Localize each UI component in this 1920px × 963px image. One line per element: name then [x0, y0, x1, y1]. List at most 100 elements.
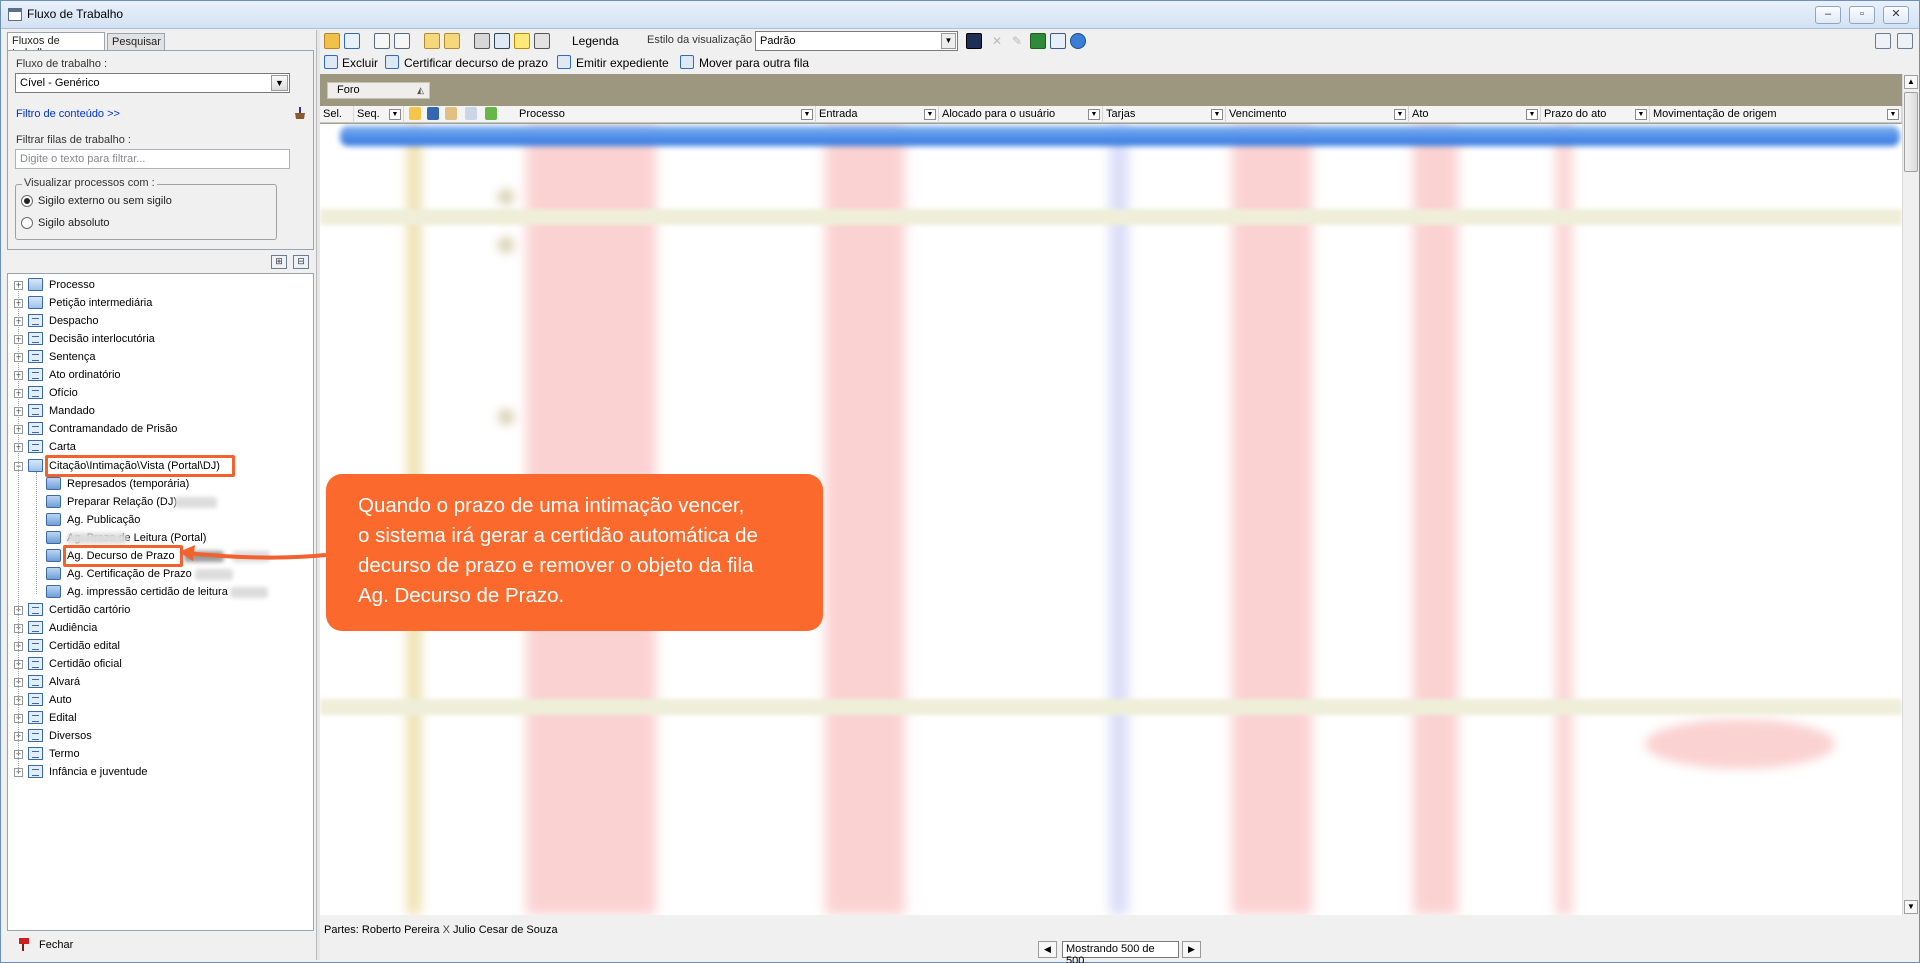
- expand-tree-icon[interactable]: ⊞: [271, 255, 287, 269]
- close-bar[interactable]: Fechar: [7, 933, 314, 958]
- filter-icon[interactable]: ▼: [1211, 109, 1223, 120]
- filter-icon[interactable]: ▼: [389, 109, 401, 120]
- prev-page-button[interactable]: ◀: [1038, 941, 1057, 958]
- col-entry[interactable]: Entrada ▼: [816, 106, 939, 123]
- legend-button[interactable]: Legenda: [572, 34, 619, 48]
- tree-node-after-9[interactable]: + Infância e juventude: [8, 764, 313, 782]
- edit-icon[interactable]: [534, 33, 550, 49]
- queue-filter-label: Filtrar filas de trabalho :: [16, 134, 131, 146]
- tree-node-after-4[interactable]: + Alvará: [8, 674, 313, 692]
- tree-node-main-4[interactable]: + Sentença: [8, 349, 313, 367]
- delete-action-button[interactable]: Excluir: [342, 56, 378, 70]
- refresh-icon[interactable]: [344, 33, 360, 49]
- maximize-button[interactable]: ▫: [1849, 6, 1875, 24]
- filter-icon[interactable]: ▼: [801, 109, 813, 120]
- tray-icon: [46, 512, 61, 526]
- gear-icon: [557, 55, 571, 69]
- delete-icon[interactable]: ✕: [989, 33, 1005, 49]
- col-seq[interactable]: Seq. ▼: [354, 106, 404, 123]
- paste-icon[interactable]: [444, 33, 460, 49]
- windows-icon[interactable]: [394, 33, 410, 49]
- close-button[interactable]: Fechar: [39, 939, 73, 951]
- tree-node-main-7[interactable]: + Mandado: [8, 403, 313, 421]
- col-due-date[interactable]: Vencimento ▼: [1226, 106, 1409, 123]
- close-window-button[interactable]: ✕: [1883, 6, 1909, 24]
- tab-search[interactable]: Pesquisar: [107, 33, 165, 51]
- radio-absolute-secrecy[interactable]: Sigilo absoluto: [21, 217, 110, 229]
- col-act[interactable]: Ato ▼: [1409, 106, 1541, 123]
- filter-icon[interactable]: ▼: [1088, 109, 1100, 120]
- filter-icon[interactable]: ▼: [1394, 109, 1406, 120]
- tree-node-main-0[interactable]: + Processo: [8, 277, 313, 295]
- copy-icon[interactable]: [424, 33, 440, 49]
- col-tags[interactable]: Tarjas ▼: [1103, 106, 1226, 123]
- group-chip-foro[interactable]: Foro ◭: [327, 82, 430, 99]
- filter-icon[interactable]: ▼: [1635, 109, 1647, 120]
- tree-node-after-2[interactable]: + Certidão edital: [8, 638, 313, 656]
- redacted-count: [195, 568, 233, 580]
- certify-lapse-button[interactable]: Certificar decurso de prazo: [404, 56, 548, 70]
- issue-expedient-button[interactable]: Emitir expediente: [576, 56, 669, 70]
- tab-workflows[interactable]: Fluxos de trabalho: [7, 32, 105, 59]
- tree-node-sub-6[interactable]: Ag. impressão certidão de leitura: [8, 584, 313, 602]
- tree-node-sub-0[interactable]: Represados (temporária): [8, 476, 313, 494]
- move-queue-button[interactable]: Mover para outra fila: [699, 56, 809, 70]
- internet-explorer-icon[interactable]: [1070, 33, 1086, 49]
- col-origin-movement[interactable]: Movimentação de origem ▼: [1650, 106, 1902, 123]
- open-folder-icon[interactable]: [324, 33, 340, 49]
- tree-node-label: Ofício: [49, 387, 78, 400]
- scroll-thumb[interactable]: [1904, 92, 1918, 172]
- col-assigned-user[interactable]: Alocado para o usuário ▼: [939, 106, 1103, 123]
- collapse-tree-icon[interactable]: ⊟: [293, 255, 309, 269]
- view-style-select[interactable]: Padrão ▼: [755, 31, 958, 51]
- scroll-down-icon[interactable]: ▼: [1904, 900, 1918, 914]
- filter-icon[interactable]: ▼: [924, 109, 936, 120]
- binoculars-icon[interactable]: [474, 33, 490, 49]
- view-processes-label: Visualizar processos com :: [22, 177, 157, 189]
- radio-external-secrecy[interactable]: Sigilo externo ou sem sigilo: [21, 195, 172, 207]
- broom-icon[interactable]: [294, 107, 306, 119]
- filter-icon[interactable]: ▼: [1526, 109, 1538, 120]
- tree-node-main-3[interactable]: + Decisão interlocutória: [8, 331, 313, 349]
- tree-node-main-2[interactable]: + Despacho: [8, 313, 313, 331]
- workflow-select[interactable]: Cível - Genérico ▼: [15, 73, 290, 93]
- col-act-deadline[interactable]: Prazo do ato ▼: [1541, 106, 1650, 123]
- tree-node-after-6[interactable]: + Edital: [8, 710, 313, 728]
- tree-node-label: Sentença: [49, 351, 96, 364]
- search-icon[interactable]: [494, 33, 510, 49]
- redacted-count: [67, 532, 127, 544]
- tree-node-main-6[interactable]: + Ofício: [8, 385, 313, 403]
- window-icon[interactable]: [374, 33, 390, 49]
- filter-icon[interactable]: ▼: [1887, 109, 1899, 120]
- tree-node-after-8[interactable]: + Termo: [8, 746, 313, 764]
- content-filter-link[interactable]: Filtro de conteúdo >>: [16, 108, 120, 120]
- tree-node-sub-5[interactable]: Ag. Certificação de Prazo: [8, 566, 313, 584]
- next-page-button[interactable]: ▶: [1182, 941, 1201, 958]
- tree-node-after-0[interactable]: + Certidão cartório: [8, 602, 313, 620]
- tree-node-main-5[interactable]: + Ato ordinatório: [8, 367, 313, 385]
- tree-node-sub-1[interactable]: Preparar Relação (DJ): [8, 494, 313, 512]
- tree-node-sub-4[interactable]: Ag. Decurso de Prazo: [8, 544, 313, 567]
- minimize-button[interactable]: –: [1815, 6, 1841, 24]
- excel-icon[interactable]: [1030, 33, 1046, 49]
- tree-expand-icon[interactable]: [1875, 33, 1891, 49]
- tree-node-after-7[interactable]: + Diversos: [8, 728, 313, 746]
- scroll-up-icon[interactable]: ▲: [1904, 75, 1918, 89]
- queue-filter-input[interactable]: Digite o texto para filtrar...: [15, 149, 290, 169]
- tree-node-sub-2[interactable]: Ag. Publicação: [8, 512, 313, 530]
- tree-node-main-1[interactable]: + Petição intermediária: [8, 295, 313, 313]
- tree-node-main-8[interactable]: + Contramandado de Prisão: [8, 421, 313, 439]
- document-icon[interactable]: [1050, 33, 1066, 49]
- chevron-down-icon[interactable]: ▼: [271, 75, 288, 91]
- tree-node-after-3[interactable]: + Certidão oficial: [8, 656, 313, 674]
- tree-collapse-icon[interactable]: [1897, 33, 1913, 49]
- tree-node-after-1[interactable]: + Audiência: [8, 620, 313, 638]
- tree-node-after-5[interactable]: + Auto: [8, 692, 313, 710]
- save-icon[interactable]: [966, 33, 982, 49]
- vertical-scrollbar[interactable]: ▲ ▼: [1902, 74, 1919, 915]
- warning-icon[interactable]: [514, 33, 530, 49]
- col-process[interactable]: Processo ▼: [516, 106, 816, 123]
- chevron-down-icon[interactable]: ▼: [941, 33, 956, 49]
- pencil-icon[interactable]: ✎: [1009, 33, 1025, 49]
- col-sel[interactable]: Sel.: [320, 106, 354, 123]
